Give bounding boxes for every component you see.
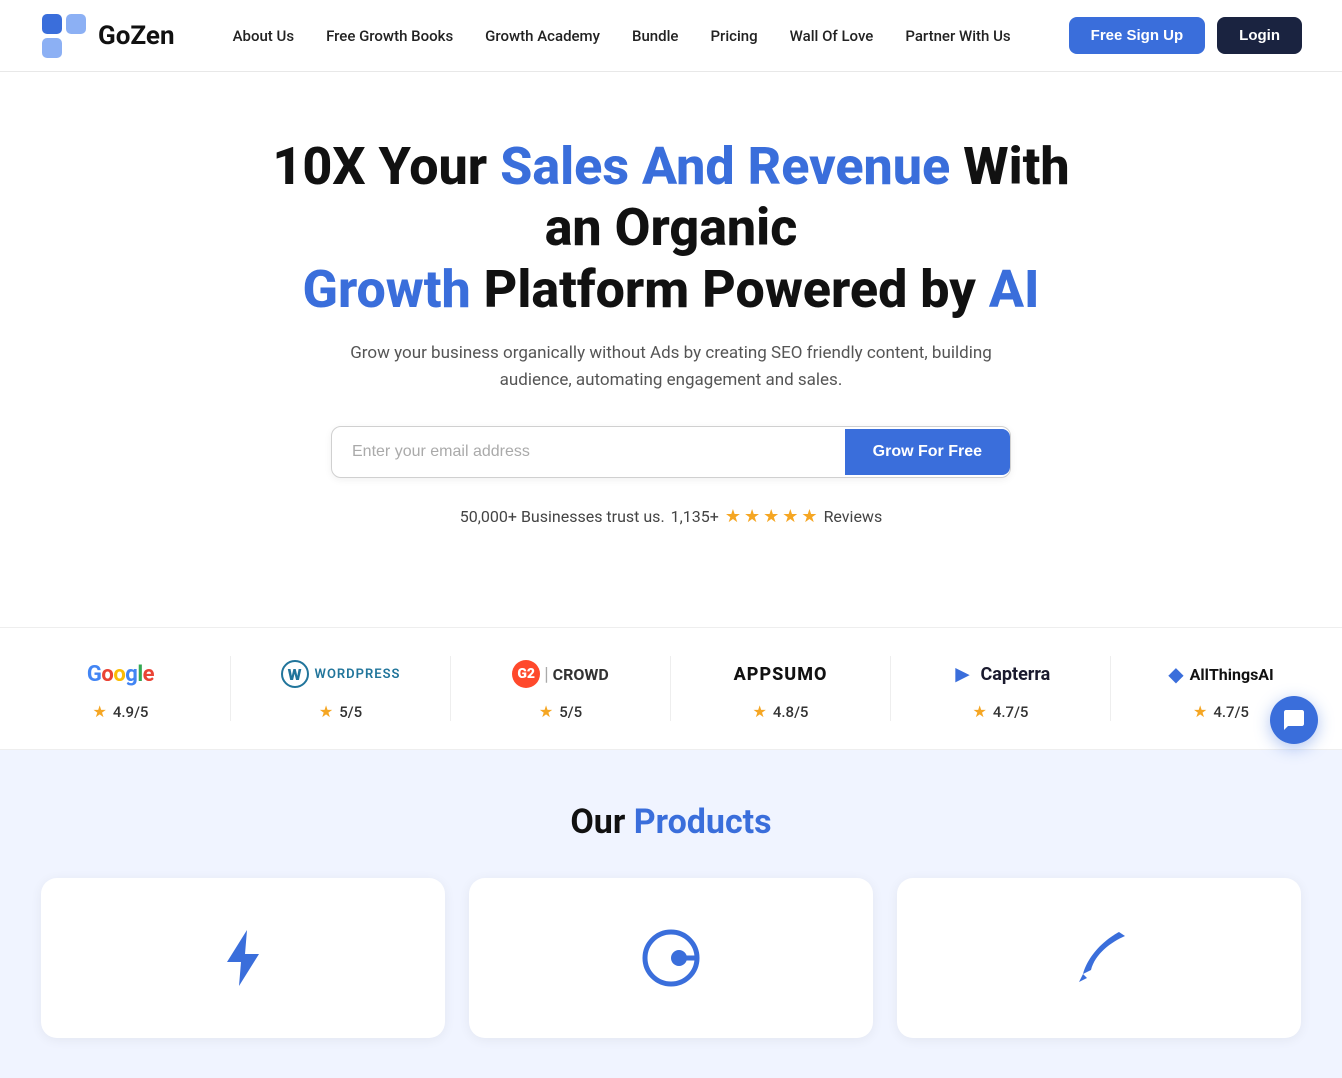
product-card-1[interactable] xyxy=(41,878,445,1038)
gozen-logo-icon xyxy=(40,12,88,60)
wp-star: ★ xyxy=(319,702,333,721)
google-star: ★ xyxy=(93,702,107,721)
wp-rating-value: 5/5 xyxy=(339,703,362,721)
ratings-strip: Google ★ 4.9/5 W WordPress ★ 5/5 G2 | CR… xyxy=(0,627,1342,750)
headline-ai: AI xyxy=(989,259,1040,320)
wordpress-score: ★ 5/5 xyxy=(319,702,362,721)
allthingsai-star: ★ xyxy=(1193,702,1207,721)
quill-icon xyxy=(1067,926,1131,990)
appsumo-logo: APPSUMO xyxy=(734,656,828,692)
product-card-2[interactable] xyxy=(469,878,873,1038)
hero-section: 10X Your Sales And Revenue With an Organ… xyxy=(221,72,1121,627)
nav-free-growth-books[interactable]: Free Growth Books xyxy=(326,27,453,45)
product-card-3[interactable] xyxy=(897,878,1301,1038)
trust-count: 1,135+ xyxy=(671,507,719,526)
rating-g2crowd: G2 | CROWD ★ 5/5 xyxy=(451,656,671,721)
capterra-text: Capterra xyxy=(980,664,1050,685)
rating-capterra: ► Capterra ★ 4.7/5 xyxy=(891,656,1111,721)
google-logo: Google xyxy=(87,656,154,692)
wp-circle-icon: W xyxy=(281,660,309,688)
nav-about-us[interactable]: About Us xyxy=(233,27,295,45)
hero-subtext: Grow your business organically without A… xyxy=(331,340,1011,394)
appsumo-star: ★ xyxy=(753,702,767,721)
g2-star: ★ xyxy=(539,702,553,721)
products-heading-highlight: Products xyxy=(634,802,772,842)
products-heading: Our Products xyxy=(40,802,1302,842)
nav-bundle[interactable]: Bundle xyxy=(632,27,678,45)
chat-bubble-button[interactable] xyxy=(1270,696,1318,744)
headline-highlight: Sales And Revenue xyxy=(500,136,950,197)
chat-icon xyxy=(1282,708,1306,732)
rating-wordpress: W WordPress ★ 5/5 xyxy=(231,656,451,721)
email-signup-form: Grow For Free xyxy=(331,426,1011,478)
rating-appsumo: APPSUMO ★ 4.8/5 xyxy=(671,656,891,721)
nav-pricing[interactable]: Pricing xyxy=(710,27,757,45)
google-score: ★ 4.9/5 xyxy=(93,702,149,721)
rating-google: Google ★ 4.9/5 xyxy=(11,656,231,721)
nav-growth-academy[interactable]: Growth Academy xyxy=(485,27,600,45)
allthingsai-logo: ◆ AllThingsAI xyxy=(1168,656,1273,692)
headline-prefix: 10X Your xyxy=(272,136,500,197)
capterra-logo: ► Capterra xyxy=(951,656,1051,692)
products-heading-prefix: Our xyxy=(570,802,633,842)
trust-text-suffix: Reviews xyxy=(824,507,883,526)
google-rating-value: 4.9/5 xyxy=(113,703,149,721)
products-section: Our Products xyxy=(0,750,1342,1078)
nav-links: About Us Free Growth Books Growth Academ… xyxy=(233,27,1011,45)
wp-text: WordPress xyxy=(315,667,401,682)
trust-badge: 50,000+ Businesses trust us. 1,135+ ★ ★ … xyxy=(261,506,1081,527)
capterra-star: ★ xyxy=(973,702,987,721)
brand-name: GoZen xyxy=(98,21,175,51)
star-2: ★ xyxy=(744,506,760,527)
capterra-rating-value: 4.7/5 xyxy=(993,703,1029,721)
nav-partner-with-us[interactable]: Partner With Us xyxy=(905,27,1010,45)
g2-badge-icon: G2 xyxy=(512,660,540,688)
capterra-arrow-icon: ► xyxy=(951,660,975,689)
lightning-icon xyxy=(211,926,275,990)
products-grid xyxy=(41,878,1301,1038)
g2crowd-score: ★ 5/5 xyxy=(539,702,582,721)
grow-for-free-button[interactable]: Grow For Free xyxy=(845,429,1010,475)
headline-suffix: Platform Powered by xyxy=(471,259,989,320)
capterra-score: ★ 4.7/5 xyxy=(973,702,1029,721)
allthingsai-diamond-icon: ◆ xyxy=(1168,662,1183,686)
hero-headline: 10X Your Sales And Revenue With an Organ… xyxy=(261,136,1081,320)
allthingsai-score: ★ 4.7/5 xyxy=(1193,702,1249,721)
engage-icon xyxy=(639,926,703,990)
nav-actions: Free Sign Up Login xyxy=(1069,17,1302,54)
brand-logo[interactable]: GoZen xyxy=(40,12,175,60)
trust-text-prefix: 50,000+ Businesses trust us. xyxy=(460,507,665,526)
headline-highlight2: Growth xyxy=(303,259,471,320)
allthingsai-rating-value: 4.7/5 xyxy=(1213,703,1249,721)
appsumo-score: ★ 4.8/5 xyxy=(753,702,809,721)
allthingsai-text: AllThingsAI xyxy=(1190,665,1274,684)
login-button[interactable]: Login xyxy=(1217,17,1302,54)
g2-text: CROWD xyxy=(553,665,609,684)
trust-stars: ★ ★ ★ ★ ★ xyxy=(725,506,818,527)
appsumo-rating-value: 4.8/5 xyxy=(773,703,809,721)
g2-rating-value: 5/5 xyxy=(559,703,582,721)
star-5: ★ xyxy=(801,506,817,527)
free-signup-button[interactable]: Free Sign Up xyxy=(1069,17,1206,54)
g2crowd-logo: G2 | CROWD xyxy=(512,656,609,692)
navbar: GoZen About Us Free Growth Books Growth … xyxy=(0,0,1342,72)
nav-wall-of-love[interactable]: Wall Of Love xyxy=(790,27,874,45)
wordpress-logo: W WordPress xyxy=(281,656,401,692)
star-4: ★ xyxy=(782,506,798,527)
star-3: ★ xyxy=(763,506,779,527)
email-input[interactable] xyxy=(332,427,845,477)
star-1: ★ xyxy=(725,506,741,527)
